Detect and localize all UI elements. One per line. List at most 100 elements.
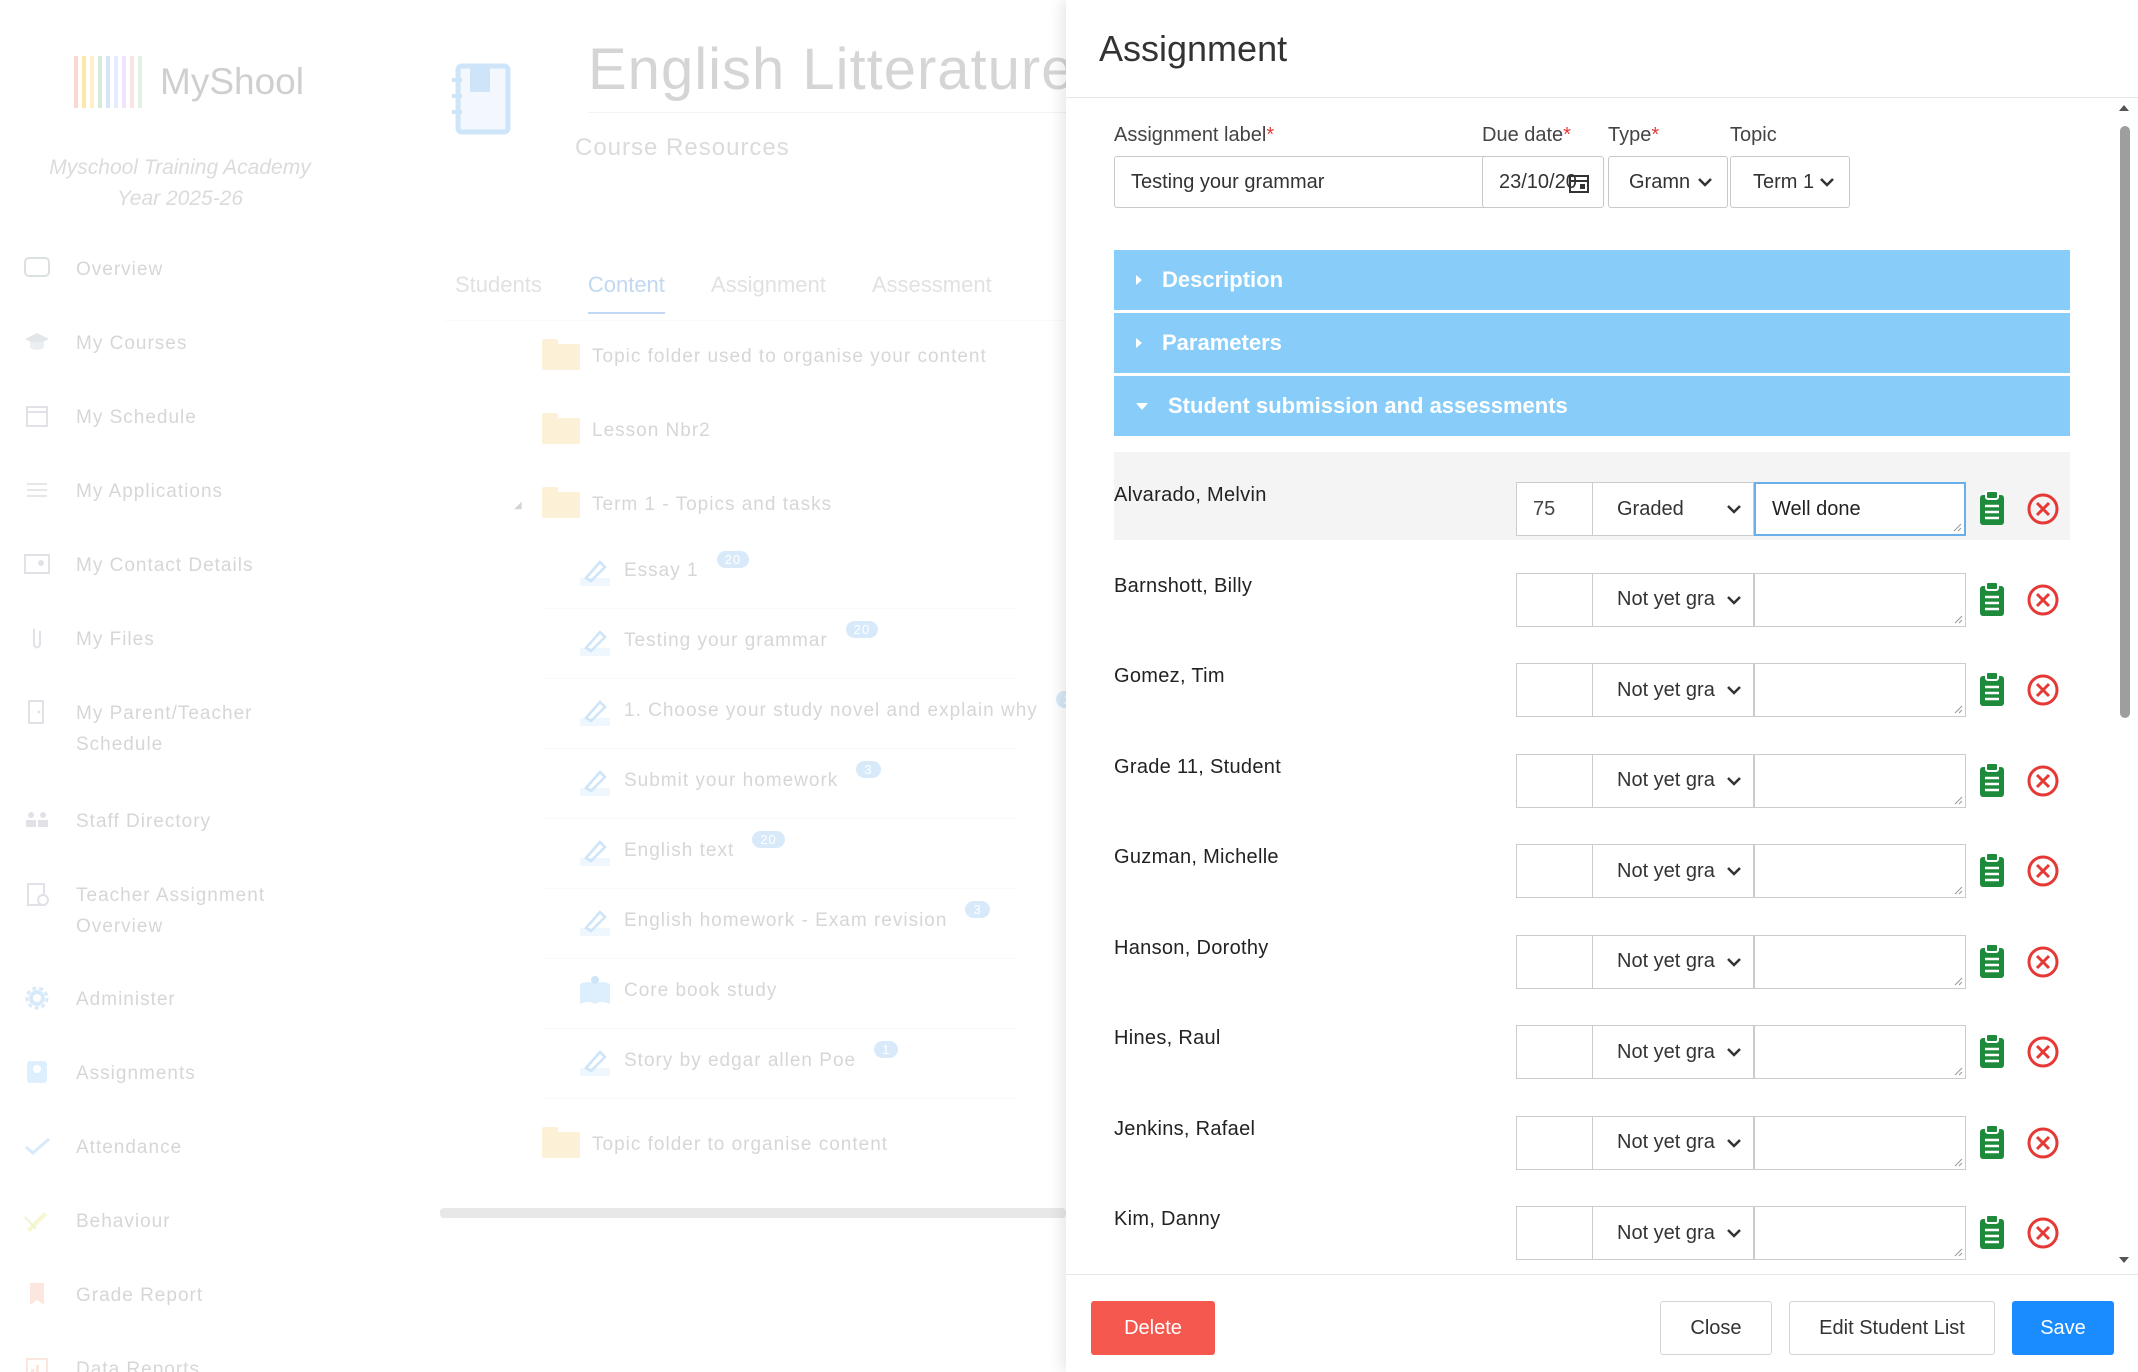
remove-circle-icon[interactable] (2026, 673, 2060, 707)
content-folder[interactable]: Term 1 - Topics and tasks (542, 487, 832, 518)
sidebar-item-grade-report[interactable]: Grade Report (22, 1280, 203, 1311)
clipboard-icon[interactable] (1976, 761, 2008, 798)
score-input[interactable] (1516, 934, 1592, 989)
clipboard-icon[interactable] (1976, 580, 2008, 617)
score-input[interactable] (1516, 663, 1592, 717)
sidebar-item-behaviour[interactable]: Behaviour (22, 1206, 171, 1237)
sidebar-item-my-applications[interactable]: My Applications (22, 476, 223, 507)
sidebar-item-my-parent-teacher-schedule[interactable]: My Parent/Teacher Schedule (22, 698, 296, 760)
content-task[interactable]: Submit your homework 3 (578, 760, 881, 798)
grade-status-select[interactable]: Not yet gra (1592, 1025, 1754, 1079)
save-button[interactable]: Save (2012, 1301, 2114, 1355)
comment-input[interactable] (1754, 1206, 1966, 1260)
grade-status-select[interactable]: Graded (1592, 482, 1754, 536)
sidebar-item-attendance[interactable]: Attendance (22, 1132, 182, 1163)
scroll-up-arrow-icon[interactable] (2117, 102, 2131, 114)
resize-grip-icon[interactable] (1953, 795, 1963, 805)
grade-status-select[interactable]: Not yet gra (1592, 1115, 1754, 1170)
content-task[interactable]: 1. Choose your study novel and explain w… (578, 690, 1066, 728)
comment-input[interactable] (1754, 663, 1966, 717)
grade-status-select[interactable]: Not yet gra (1592, 934, 1754, 989)
vertical-scrollbar-thumb[interactable] (2120, 126, 2130, 718)
sidebar-item-data-reports[interactable]: Data Reports (22, 1354, 200, 1372)
content-task[interactable]: English homework - Exam revision 3 (578, 900, 990, 938)
calendar-icon[interactable] (1567, 171, 1591, 195)
section-student-submissions[interactable]: Student submission and assessments (1114, 376, 2070, 436)
score-input[interactable]: 75 (1516, 482, 1592, 536)
score-input[interactable] (1516, 1115, 1592, 1170)
delete-button[interactable]: Delete (1091, 1301, 1215, 1355)
comment-input[interactable] (1754, 1115, 1966, 1170)
comment-input[interactable]: Well done (1754, 482, 1966, 536)
content-task[interactable]: Story by edgar allen Poe 1 (578, 1040, 899, 1078)
tab-content[interactable]: Content (587, 272, 665, 314)
score-input[interactable] (1516, 844, 1592, 898)
remove-circle-icon[interactable] (2026, 854, 2060, 888)
sidebar-item-assignments[interactable]: Assignments (22, 1058, 196, 1089)
clipboard-icon[interactable] (1976, 852, 2008, 888)
sidebar-item-staff-directory[interactable]: Staff Directory (22, 806, 211, 837)
score-input[interactable] (1516, 1206, 1592, 1260)
content-task[interactable]: English text 20 (578, 830, 785, 868)
remove-circle-icon[interactable] (2026, 583, 2060, 617)
section-parameters[interactable]: Parameters (1114, 313, 2070, 373)
remove-circle-icon[interactable] (2026, 945, 2060, 979)
comment-input[interactable] (1754, 1025, 1966, 1079)
type-select[interactable]: Gramn (1608, 156, 1728, 208)
comment-input[interactable] (1754, 572, 1966, 627)
comment-input[interactable] (1754, 753, 1966, 808)
sidebar-item-my-files[interactable]: My Files (22, 624, 155, 655)
content-folder[interactable]: Lesson Nbr2 (542, 413, 711, 444)
resize-grip-icon[interactable] (1953, 704, 1963, 714)
edit-student-list-button[interactable]: Edit Student List (1789, 1301, 1995, 1355)
clipboard-icon[interactable] (1976, 1033, 2008, 1069)
comment-input[interactable] (1754, 844, 1966, 898)
remove-circle-icon[interactable] (2026, 1035, 2060, 1069)
sidebar-item-my-contact-details[interactable]: My Contact Details (22, 550, 253, 581)
sidebar-item-my-courses[interactable]: My Courses (22, 328, 187, 359)
sidebar-item-administer[interactable]: Administer (22, 984, 176, 1015)
tab-students[interactable]: Students (455, 272, 542, 314)
remove-circle-icon[interactable] (2026, 1216, 2060, 1250)
score-input[interactable] (1516, 753, 1592, 808)
clipboard-icon[interactable] (1976, 1123, 2008, 1160)
grade-status-select[interactable]: Not yet gra (1592, 753, 1754, 808)
clipboard-icon[interactable] (1976, 490, 2008, 526)
due-date-input[interactable]: 23/10/20 (1482, 156, 1604, 208)
resize-grip-icon[interactable] (1952, 522, 1962, 532)
resize-grip-icon[interactable] (1953, 976, 1963, 986)
content-folder[interactable]: Topic folder used to organise your conte… (542, 339, 987, 370)
grade-status-select[interactable]: Not yet gra (1592, 1206, 1754, 1260)
resize-grip-icon[interactable] (1953, 614, 1963, 624)
score-input[interactable] (1516, 572, 1592, 627)
grade-status-select[interactable]: Not yet gra (1592, 844, 1754, 898)
resize-grip-icon[interactable] (1953, 1157, 1963, 1167)
grade-status-select[interactable]: Not yet gra (1592, 572, 1754, 627)
remove-circle-icon[interactable] (2026, 492, 2060, 526)
content-task[interactable]: Core book study (578, 974, 777, 1008)
content-task[interactable]: Testing your grammar 20 (578, 620, 879, 658)
resize-grip-icon[interactable] (1953, 885, 1963, 895)
sidebar-item-teacher-assignment-overview[interactable]: Teacher Assignment Overview (22, 880, 296, 942)
scroll-down-arrow-icon[interactable] (2117, 1254, 2131, 1266)
score-input[interactable] (1516, 1025, 1592, 1079)
sidebar-item-my-schedule[interactable]: My Schedule (22, 402, 197, 433)
clipboard-icon[interactable] (1976, 1214, 2008, 1250)
resize-grip-icon[interactable] (1953, 1247, 1963, 1257)
grade-status-select[interactable]: Not yet gra (1592, 663, 1754, 717)
tab-assessment[interactable]: Assessment (872, 272, 992, 314)
comment-input[interactable] (1754, 934, 1966, 989)
topic-select[interactable]: Term 1 (1730, 156, 1850, 208)
content-task[interactable]: Essay 1 20 (578, 550, 750, 588)
clipboard-icon[interactable] (1976, 942, 2008, 979)
remove-circle-icon[interactable] (2026, 1126, 2060, 1160)
close-button[interactable]: Close (1660, 1301, 1772, 1355)
remove-circle-icon[interactable] (2026, 764, 2060, 798)
expand-caret-icon[interactable]: ◢ (514, 500, 522, 511)
clipboard-icon[interactable] (1976, 671, 2008, 707)
section-description[interactable]: Description (1114, 250, 2070, 310)
resize-grip-icon[interactable] (1953, 1066, 1963, 1076)
tab-assignment[interactable]: Assignment (711, 272, 826, 314)
sidebar-item-overview[interactable]: Overview (22, 254, 163, 285)
content-folder[interactable]: Topic folder to organise content (542, 1127, 888, 1158)
